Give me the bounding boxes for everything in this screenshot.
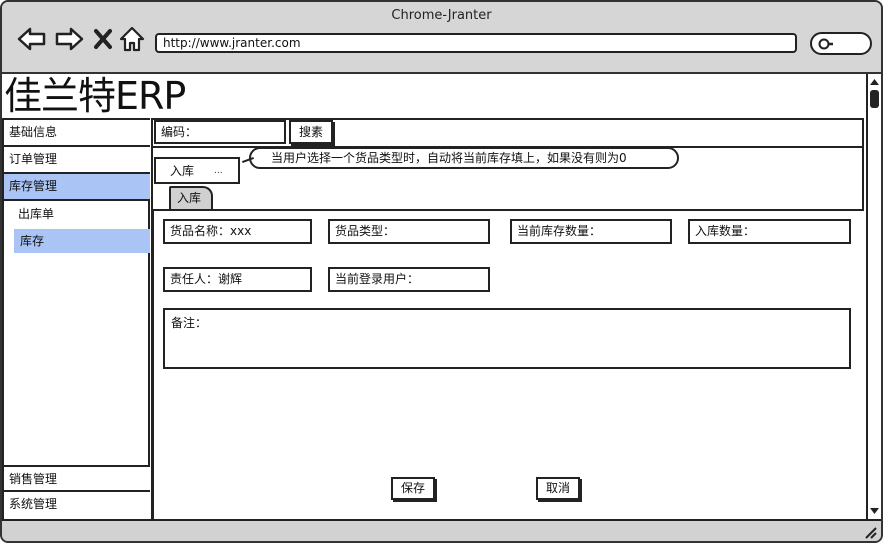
main-content: 编码： 搜素 入库 ... 当用户选择一个货品类型时，自动将当前库存填上，如果没…	[151, 118, 864, 519]
sidebar: 基础信息 订单管理 库存管理 出库单 库存 销售管理 系统管理	[2, 118, 150, 519]
search-button[interactable]: 搜素	[289, 120, 333, 144]
in-quantity-field[interactable]: 入库数量：	[688, 219, 851, 244]
resize-grip-icon[interactable]	[863, 525, 877, 539]
current-user-field[interactable]: 当前登录用户：	[328, 267, 490, 292]
close-icon[interactable]	[90, 26, 116, 52]
product-name-field[interactable]: 货品名称：xxx	[163, 219, 312, 244]
arrow-left-icon[interactable]	[17, 26, 47, 52]
sidebar-item-orders[interactable]: 订单管理	[4, 147, 150, 174]
sidebar-item-inventory[interactable]: 库存管理	[4, 174, 150, 201]
more-icon[interactable]: ...	[214, 159, 223, 183]
home-icon[interactable]	[118, 26, 146, 52]
product-type-field[interactable]: 货品类型：	[328, 219, 490, 244]
window-title: Chrome-Jranter	[391, 8, 492, 23]
scroll-thumb[interactable]	[870, 90, 879, 108]
scroll-up-icon[interactable]	[868, 76, 881, 88]
cancel-button[interactable]: 取消	[536, 477, 580, 500]
tab-inbound[interactable]: 入库	[169, 186, 213, 209]
tooltip-callout: 当用户选择一个货品类型时，自动将当前库存填上，如果没有则为0	[249, 147, 679, 169]
sidebar-item-sales[interactable]: 销售管理	[4, 465, 150, 492]
scroll-down-icon[interactable]	[868, 505, 881, 517]
browser-search[interactable]	[810, 32, 872, 55]
browser-titlebar: Chrome-Jranter http://www.jranter.com	[2, 2, 881, 74]
status-bar	[2, 519, 881, 541]
current-stock-field[interactable]: 当前库存数量：	[510, 219, 672, 244]
tab-select[interactable]: 入库 ...	[154, 157, 240, 184]
save-button[interactable]: 保存	[391, 477, 435, 500]
remark-textarea[interactable]: 备注：	[163, 308, 851, 369]
search-icon	[818, 38, 833, 50]
arrow-right-icon[interactable]	[54, 26, 84, 52]
page-area: 佳兰特ERP 基础信息 订单管理 库存管理 出库单 库存 销售管理 系统管理 编…	[2, 74, 866, 519]
url-bar[interactable]: http://www.jranter.com	[155, 33, 797, 53]
form-panel: 货品名称：xxx 货品类型： 当前库存数量： 入库数量： 责任人：谢辉 当前登录…	[152, 209, 864, 519]
sidebar-item-system[interactable]: 系统管理	[4, 492, 150, 519]
sidebar-subitem-stock[interactable]: 库存	[14, 229, 150, 253]
vertical-scrollbar[interactable]	[866, 74, 881, 519]
app-logo: 佳兰特ERP	[4, 74, 186, 118]
sidebar-item-basic-info[interactable]: 基础信息	[4, 120, 150, 147]
sidebar-subitem-outbound[interactable]: 出库单	[4, 202, 150, 226]
code-input[interactable]: 编码：	[154, 120, 286, 144]
tab-select-value: 入库	[170, 164, 195, 178]
browser-window: Chrome-Jranter http://www.jranter.com 佳兰…	[0, 0, 883, 543]
responsible-field[interactable]: 责任人：谢辉	[163, 267, 312, 292]
